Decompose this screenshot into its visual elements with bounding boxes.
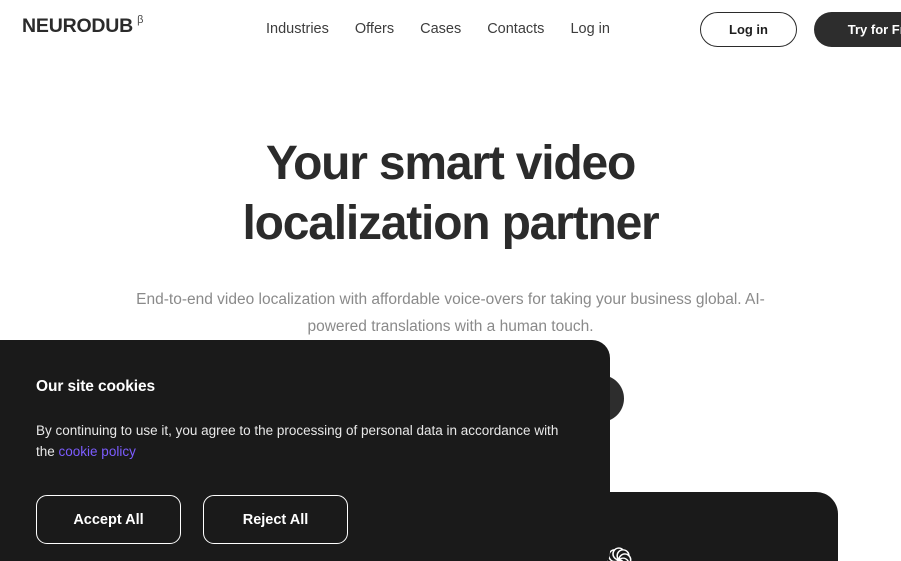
nav-item-cases[interactable]: Cases <box>420 21 461 37</box>
accept-all-button[interactable]: Accept All <box>36 495 181 544</box>
main-navigation: Industries Offers Cases Contacts Log in <box>266 21 610 37</box>
cookie-banner-actions: Accept All Reject All <box>36 495 574 544</box>
page-title-line-2: localization partner <box>242 197 659 250</box>
logo-wordmark: NEURODUB <box>22 15 134 37</box>
page-title: Your smart video localization partner <box>0 134 901 254</box>
site-header: NEURODUB β Industries Offers Cases Conta… <box>0 0 901 60</box>
cookie-policy-link[interactable]: cookie policy <box>59 444 136 459</box>
cookie-banner-title: Our site cookies <box>36 378 156 395</box>
try-for-free-button[interactable]: Try for Free <box>814 12 901 47</box>
hero-subtitle: End-to-end video localization with affor… <box>0 286 901 340</box>
nav-item-log-in[interactable]: Log in <box>570 21 610 37</box>
nav-item-offers[interactable]: Offers <box>355 21 394 37</box>
cookie-banner-text: By continuing to use it, you agree to th… <box>36 420 574 462</box>
page-title-line-1: Your smart video <box>265 137 637 190</box>
logo[interactable]: NEURODUB β <box>22 14 144 37</box>
reject-all-button[interactable]: Reject All <box>203 495 348 544</box>
nav-item-contacts[interactable]: Contacts <box>487 21 544 37</box>
nav-item-industries[interactable]: Industries <box>266 21 329 37</box>
cookie-consent-banner: Our site cookies By continuing to use it… <box>0 340 610 561</box>
logo-beta-badge: β <box>137 14 144 26</box>
hero-subtitle-line-1: End-to-end video localization with affor… <box>136 291 627 308</box>
login-button[interactable]: Log in <box>700 12 797 47</box>
